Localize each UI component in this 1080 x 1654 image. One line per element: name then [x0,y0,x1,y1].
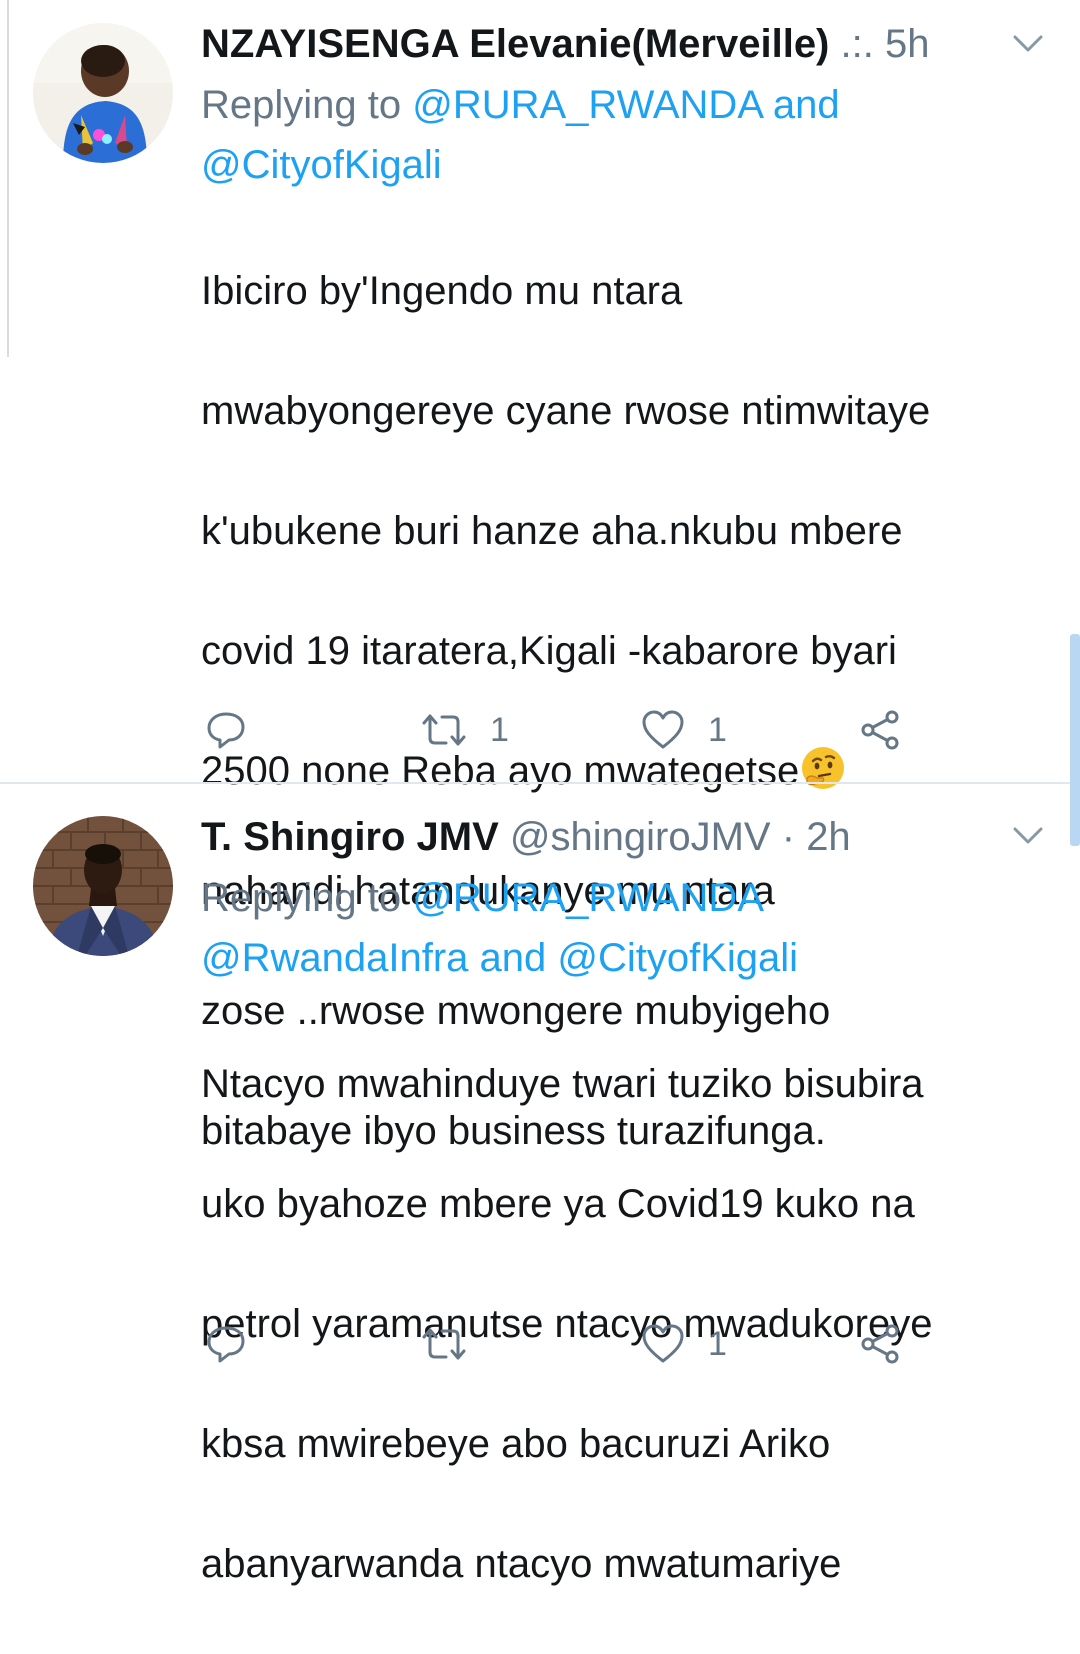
timestamp[interactable]: 2h [806,815,851,859]
replying-prefix: Replying to [201,83,413,127]
timestamp[interactable]: 5h [885,22,930,66]
retweet-icon [422,714,466,746]
share-icon [861,710,899,750]
tweet-text-line: mwabyongereye cyane rwose ntimwitaye [201,389,931,433]
tweet-text-line: abanyarwanda ntacyo mwatumariye [201,1542,842,1586]
mention-link[interactable]: @CityofKigali [557,936,798,980]
user-handle[interactable]: @shingiroJMV [510,815,771,859]
mention-link[interactable]: @RURA_RWANDA [412,83,762,127]
retweet-button[interactable]: 1 [420,705,509,755]
display-name[interactable]: T. Shingiro JMV [201,815,499,859]
user-handle[interactable]: .:. [841,22,874,66]
heart-icon [642,710,684,749]
reply-button[interactable] [204,705,248,755]
avatar[interactable] [33,23,173,163]
replying-to: Replying to @RURA_RWANDA and @CityofKiga… [201,75,1040,195]
mention-separator[interactable]: and [468,936,557,980]
avatar[interactable] [33,816,173,956]
chevron-down-icon[interactable] [1012,826,1044,846]
chevron-down-icon[interactable] [1012,34,1044,54]
tweet[interactable]: T. Shingiro JMV @shingiroJMV · 2h Replyi… [0,784,1080,1586]
share-icon [861,1324,899,1364]
share-button[interactable] [858,1319,902,1369]
child-avatar-icon [33,23,173,163]
mention-link[interactable]: @RwandaInfra [201,936,468,980]
tweet-actions: 1 1 [0,705,1080,755]
tweet-text-line: Ntacyo mwahinduye twari tuziko bisubira [201,1062,924,1106]
mention-link[interactable]: @RURA_RWANDA [412,876,764,920]
reply-icon [207,1326,245,1363]
mention-link[interactable]: @CityofKigali [201,143,442,187]
tweet-actions: 1 [0,1319,1080,1369]
like-button[interactable]: 1 [640,1319,727,1369]
heart-icon [642,1324,684,1363]
tweet-header: T. Shingiro JMV @shingiroJMV · 2h [201,813,1040,861]
mention-separator[interactable]: and [762,83,840,127]
retweet-button[interactable] [420,1319,468,1369]
like-count: 1 [708,710,727,749]
retweet-icon [422,1328,466,1360]
separator-dot: · [781,815,796,859]
like-button[interactable]: 1 [640,705,727,755]
reply-button[interactable] [204,1319,248,1369]
tweet-text-line: covid 19 itaratera,Kigali -kabarore byar… [201,629,897,673]
tweet-text-line: k'ubukene buri hanze aha.nkubu mbere [201,509,903,553]
tweet-text-line: uko byahoze mbere ya Covid19 kuko na [201,1182,915,1226]
tweet-text-line: kbsa mwirebeye abo bacuruzi Ariko [201,1422,831,1466]
tweet-header: NZAYISENGA Elevanie(Merveille) .:. 5h [201,20,1040,68]
replying-prefix: Replying to [201,876,413,920]
tweet-text-line: Ibiciro by'Ingendo mu ntara [201,269,683,313]
tweet[interactable]: NZAYISENGA Elevanie(Merveille) .:. 5h Re… [0,0,1080,1153]
share-button[interactable] [858,705,902,755]
scrollbar-thumb[interactable] [1070,634,1080,846]
man-in-suit-avatar-icon [33,816,173,956]
retweet-count: 1 [490,710,509,749]
reply-icon [207,712,245,749]
like-count: 1 [708,1324,727,1363]
display-name[interactable]: NZAYISENGA Elevanie(Merveille) [201,22,829,66]
replying-to: Replying to @RURA_RWANDA @RwandaInfra an… [201,868,1040,988]
